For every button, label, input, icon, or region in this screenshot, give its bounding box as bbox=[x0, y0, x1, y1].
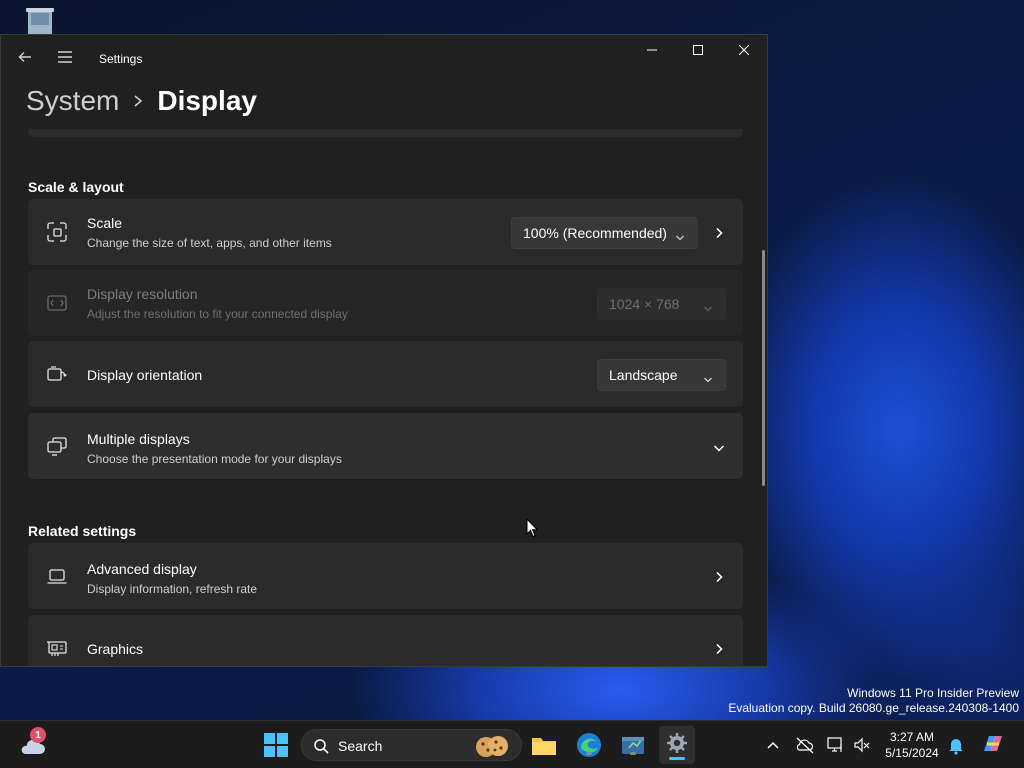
onedrive-status[interactable] bbox=[795, 735, 815, 755]
watermark-line-2: Evaluation copy. Build 26080.ge_release.… bbox=[728, 701, 1019, 715]
resolution-description: Adjust the resolution to fit your connec… bbox=[87, 307, 348, 321]
chevron-right-icon[interactable] bbox=[713, 226, 725, 239]
multiple-displays-icon bbox=[46, 435, 68, 457]
page-title: Display bbox=[157, 85, 257, 116]
system-clock[interactable]: 3:27 AM 5/15/2024 bbox=[880, 729, 944, 761]
back-button[interactable] bbox=[9, 43, 41, 75]
windows-logo-icon bbox=[264, 733, 288, 757]
chevron-right-icon[interactable] bbox=[713, 570, 725, 583]
speaker-muted-icon bbox=[854, 737, 870, 753]
close-button[interactable] bbox=[721, 35, 767, 67]
resolution-card: Display resolution Adjust the resolution… bbox=[28, 270, 743, 336]
chevron-right-icon[interactable] bbox=[713, 642, 725, 655]
orientation-label: Display orientation bbox=[87, 367, 203, 383]
mouse-cursor-icon bbox=[526, 517, 539, 543]
active-indicator bbox=[669, 757, 685, 760]
maximize-button[interactable] bbox=[675, 35, 721, 67]
menu-button[interactable] bbox=[49, 43, 81, 75]
multiple-displays-label: Multiple displays bbox=[87, 431, 190, 447]
cookies-icon bbox=[474, 733, 510, 764]
edge-button[interactable] bbox=[575, 731, 603, 759]
resolution-dropdown: 1024 × 768 bbox=[597, 288, 726, 320]
resolution-label: Display resolution bbox=[87, 286, 198, 302]
network-status[interactable] bbox=[826, 735, 846, 755]
scale-dropdown[interactable]: 100% (Recommended) bbox=[511, 217, 698, 249]
laptop-icon bbox=[46, 565, 68, 587]
show-hidden-icons-button[interactable] bbox=[763, 735, 783, 755]
chevron-down-icon bbox=[703, 371, 713, 387]
scrollbar-thumb[interactable] bbox=[762, 250, 765, 486]
bell-icon bbox=[949, 739, 963, 755]
copilot-icon bbox=[984, 736, 1002, 751]
notifications-button[interactable] bbox=[946, 735, 966, 755]
multiple-displays-card[interactable]: Multiple displays Choose the presentatio… bbox=[28, 413, 743, 479]
clock-date: 5/15/2024 bbox=[885, 746, 939, 760]
search-label: Search bbox=[338, 738, 383, 754]
running-indicator bbox=[586, 752, 592, 755]
scale-icon bbox=[46, 221, 68, 243]
chevron-down-icon bbox=[703, 300, 713, 316]
app-title: Settings bbox=[99, 52, 143, 66]
maximize-icon bbox=[693, 42, 703, 60]
taskbar: 1 Search 3:27 AM 5/15/2024 bbox=[0, 720, 1024, 768]
section-title-scale-layout: Scale & layout bbox=[28, 179, 124, 195]
scale-description: Change the size of text, apps, and other… bbox=[87, 236, 332, 250]
breadcrumb: System Display bbox=[26, 81, 257, 121]
scale-card[interactable]: Scale Change the size of text, apps, and… bbox=[28, 199, 743, 265]
advanced-display-description: Display information, refresh rate bbox=[87, 582, 258, 596]
hamburger-icon bbox=[57, 50, 73, 68]
previous-card bbox=[28, 129, 743, 137]
breadcrumb-chevron-icon bbox=[133, 94, 143, 108]
watermark-line-1: Windows 11 Pro Insider Preview bbox=[847, 686, 1019, 700]
resolution-value: 1024 × 768 bbox=[609, 296, 680, 312]
orientation-value: Landscape bbox=[609, 367, 678, 383]
advanced-display-label: Advanced display bbox=[87, 561, 197, 577]
minimize-icon bbox=[647, 42, 657, 60]
minimize-button[interactable] bbox=[629, 35, 675, 67]
advanced-display-card[interactable]: Advanced display Display information, re… bbox=[28, 543, 743, 609]
file-explorer-button[interactable] bbox=[530, 731, 558, 759]
graphics-card[interactable]: Graphics bbox=[28, 615, 743, 666]
taskbar-search[interactable]: Search bbox=[301, 729, 522, 761]
orientation-card: Display orientation Landscape bbox=[28, 341, 743, 407]
settings-window: Settings System Display Scale & layout S… bbox=[0, 34, 768, 667]
running-indicator bbox=[630, 752, 636, 755]
graphics-label: Graphics bbox=[87, 641, 144, 657]
volume-status[interactable] bbox=[852, 735, 872, 755]
multiple-displays-description: Choose the presentation mode for your di… bbox=[87, 452, 342, 466]
recycle-bin-icon[interactable] bbox=[22, 8, 58, 36]
network-icon bbox=[827, 737, 842, 752]
section-title-related: Related settings bbox=[28, 523, 137, 539]
breadcrumb-system[interactable]: System bbox=[26, 85, 119, 117]
close-icon bbox=[738, 42, 750, 60]
notification-badge: 1 bbox=[30, 727, 46, 743]
dev-tool-button[interactable] bbox=[619, 731, 647, 759]
expand-chevron-icon[interactable] bbox=[713, 441, 725, 453]
clock-time: 3:27 AM bbox=[889, 730, 935, 744]
resolution-icon bbox=[46, 292, 68, 314]
chevron-down-icon bbox=[675, 229, 685, 245]
folder-icon bbox=[532, 738, 556, 755]
chevron-up-icon bbox=[767, 741, 779, 749]
insider-watermark: Windows 11 Pro Insider Preview Evaluatio… bbox=[728, 686, 1019, 716]
settings-gear-icon bbox=[665, 731, 689, 760]
cloud-offline-icon bbox=[796, 737, 814, 754]
start-button[interactable] bbox=[262, 731, 290, 759]
orientation-dropdown[interactable]: Landscape bbox=[597, 359, 726, 391]
orientation-icon bbox=[46, 363, 68, 385]
scale-label: Scale bbox=[87, 215, 123, 231]
title-bar: Settings bbox=[1, 35, 767, 83]
search-icon bbox=[313, 738, 329, 759]
scale-value: 100% (Recommended) bbox=[523, 225, 667, 241]
back-arrow-icon bbox=[18, 50, 32, 69]
copilot-button[interactable] bbox=[980, 731, 1006, 757]
settings-button[interactable] bbox=[659, 726, 695, 764]
settings-content: Scale & layout Scale Change the size of … bbox=[1, 129, 767, 666]
graphics-card-icon bbox=[46, 637, 68, 659]
